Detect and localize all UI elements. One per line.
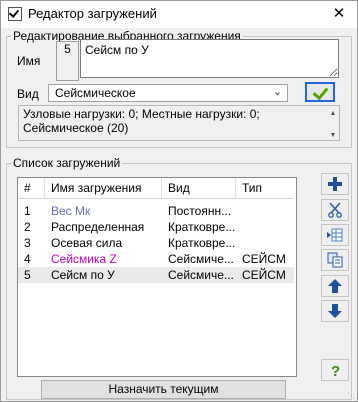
app-icon xyxy=(8,7,22,21)
column-header-kind[interactable]: Вид xyxy=(162,178,236,198)
row-kind: Постоянн... xyxy=(168,204,232,218)
info-line-2: Сейсмическое (20) xyxy=(23,121,129,135)
row-kind: Кратковре... xyxy=(168,236,236,250)
table-header: # Имя загружения Вид Тип xyxy=(18,178,294,199)
row-name: Сейсмика Z xyxy=(51,252,117,266)
resize-grip-icon[interactable]: ⋱ xyxy=(347,391,355,400)
arrow-down-icon xyxy=(328,304,342,318)
row-num: 4 xyxy=(24,252,31,266)
row-num: 3 xyxy=(24,236,31,250)
insert-load-button[interactable] xyxy=(321,224,349,246)
row-num: 2 xyxy=(24,220,31,234)
table-row-selected[interactable]: 5 Сейсм по У Сейсмиче... СЕЙСМ xyxy=(18,267,294,283)
column-header-type[interactable]: Тип xyxy=(236,178,294,198)
row-type: СЕЙСМ xyxy=(242,252,286,266)
add-load-button[interactable] xyxy=(321,173,349,195)
row-type xyxy=(236,219,294,235)
assign-current-button[interactable]: Назначить текущим xyxy=(41,380,286,399)
checkmark-icon xyxy=(312,83,329,101)
load-info-box: Узловые нагрузки: 0; Местные нагрузки: 0… xyxy=(18,105,340,141)
info-line-1: Узловые нагрузки: 0; Местные нагрузки: 0… xyxy=(23,107,260,121)
scroll-up-icon[interactable]: ▲ xyxy=(329,107,337,121)
row-name: Распределенная xyxy=(51,220,145,234)
chevron-down-icon: ⌄ xyxy=(272,86,282,98)
move-up-button[interactable] xyxy=(321,275,349,297)
plus-icon xyxy=(328,177,342,191)
load-name-input[interactable]: Сейсм по У xyxy=(80,39,339,78)
copy-load-button[interactable] xyxy=(321,249,349,271)
table-row[interactable]: 1 Вес Мк Постоянн... xyxy=(18,203,294,219)
loads-table: # Имя загружения Вид Тип 1 Вес Мк Постоя… xyxy=(17,177,297,377)
svg-text:?: ? xyxy=(331,363,340,378)
row-name: Сейсм по У xyxy=(51,268,115,282)
row-kind: Сейсмиче... xyxy=(168,268,234,282)
row-type xyxy=(236,203,294,219)
close-button[interactable]: ✕ xyxy=(324,3,354,25)
load-editor-window: Редактор загружений ✕ Редактирование выб… xyxy=(0,0,358,402)
table-row[interactable]: 3 Осевая сила Кратковре... xyxy=(18,235,294,251)
title-bar: Редактор загружений ✕ xyxy=(1,1,357,28)
copy-icon xyxy=(327,252,343,268)
row-kind: Сейсмиче... xyxy=(168,252,234,266)
load-list-legend: Список загружений xyxy=(13,156,121,170)
arrow-up-icon xyxy=(328,279,342,293)
load-type-value: Сейсмическое xyxy=(55,86,136,100)
insert-row-icon xyxy=(327,228,343,242)
row-num: 5 xyxy=(24,268,31,282)
column-header-num[interactable]: # xyxy=(18,178,45,198)
name-label: Имя xyxy=(17,54,41,68)
type-label: Вид xyxy=(17,87,39,101)
help-button[interactable]: ? xyxy=(321,359,349,381)
apply-button[interactable] xyxy=(305,82,335,102)
table-row[interactable]: 2 Распределенная Кратковре... xyxy=(18,219,294,235)
scroll-down-icon[interactable]: ▼ xyxy=(329,129,337,143)
row-type: СЕЙСМ xyxy=(242,268,286,282)
load-number: 5 xyxy=(56,41,79,81)
help-icon: ? xyxy=(331,363,340,378)
row-name: Осевая сила xyxy=(51,236,123,250)
column-header-name[interactable]: Имя загружения xyxy=(45,178,162,198)
load-type-select[interactable]: Сейсмическое ⌄ xyxy=(48,84,288,102)
row-num: 1 xyxy=(24,204,31,218)
cut-load-button[interactable] xyxy=(321,199,349,221)
move-down-button[interactable] xyxy=(321,300,349,322)
row-name: Вес Мк xyxy=(51,204,91,218)
table-row[interactable]: 4 Сейсмика Z Сейсмиче... СЕЙСМ xyxy=(18,251,294,267)
row-kind: Кратковре... xyxy=(168,220,236,234)
scissors-icon xyxy=(328,202,342,218)
window-title: Редактор загружений xyxy=(28,6,157,21)
row-type xyxy=(236,235,294,251)
